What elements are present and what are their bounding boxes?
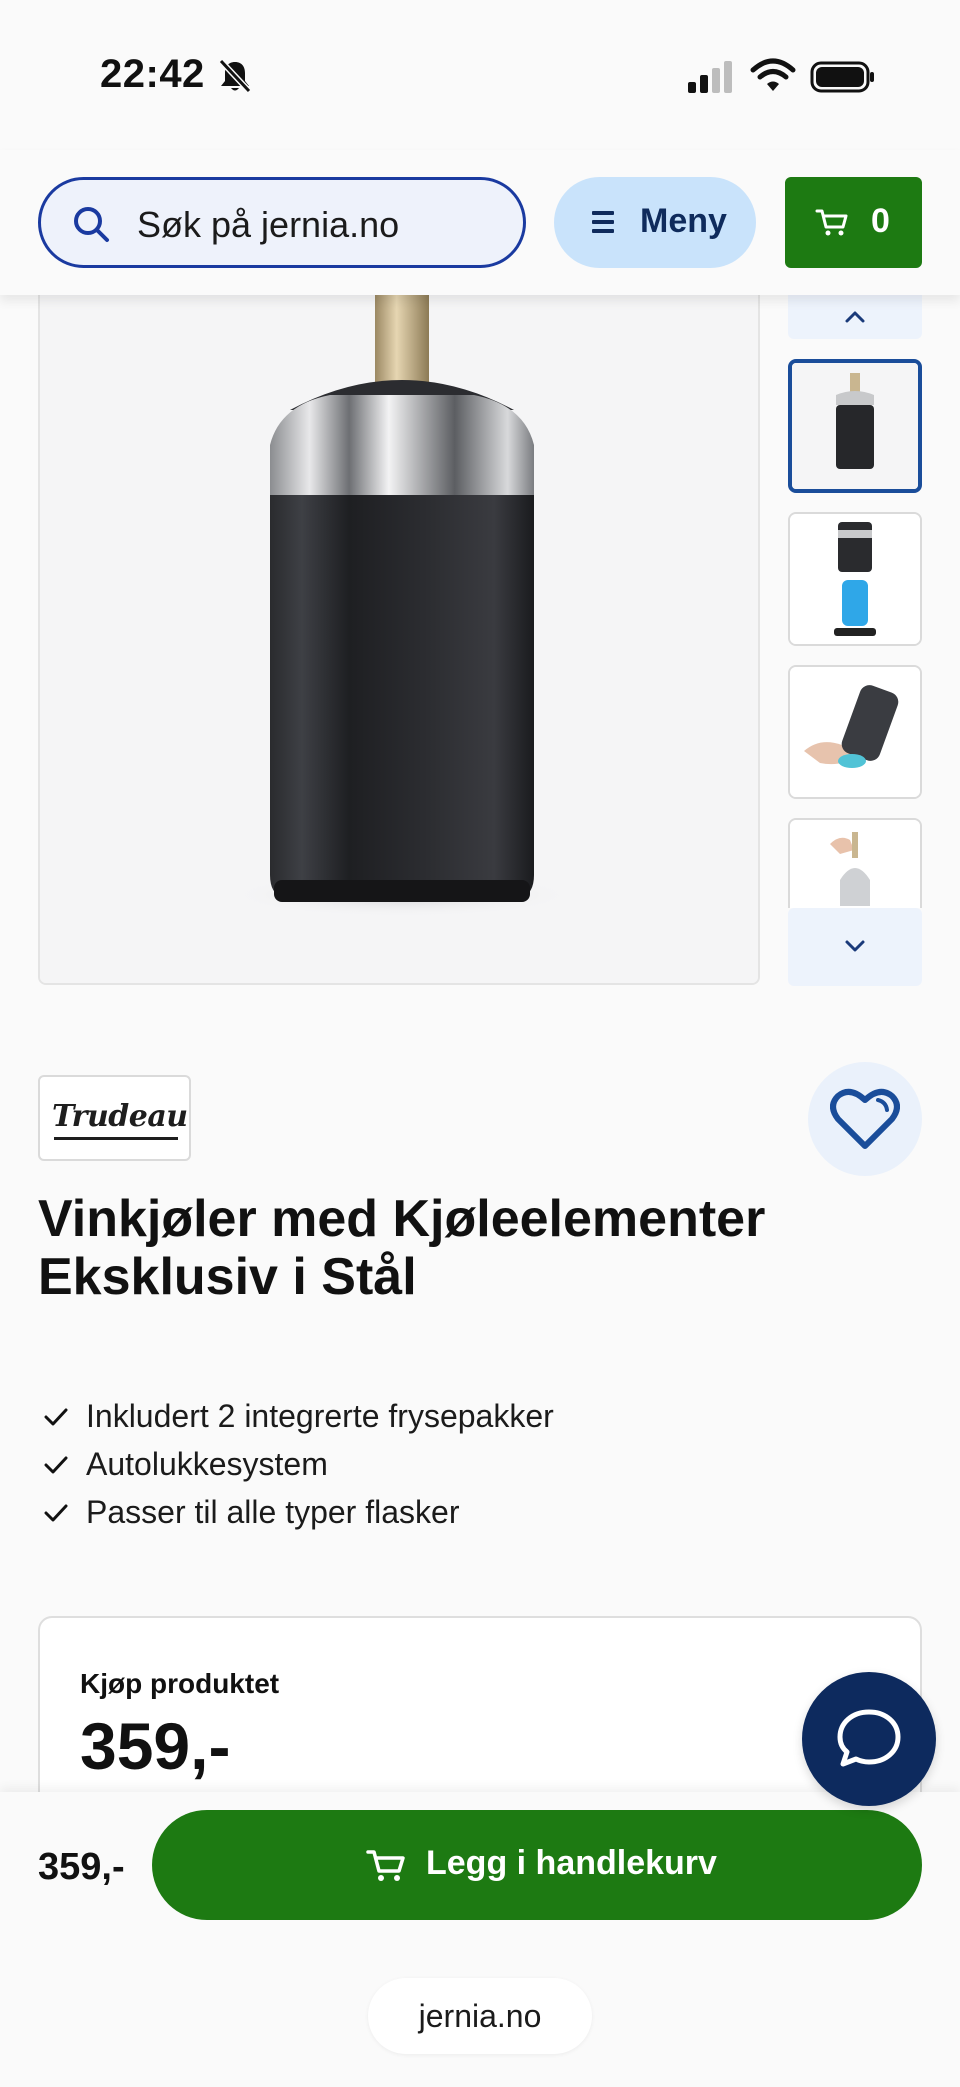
check-icon xyxy=(44,1408,68,1426)
heart-icon xyxy=(830,1088,900,1149)
browser-url-bar[interactable]: jernia.no xyxy=(368,1978,592,2054)
site-header: Søk på jernia.no Meny 0 xyxy=(0,150,960,295)
chat-bubble-icon xyxy=(837,1709,901,1767)
feature-text: Passer til alle typer flasker xyxy=(86,1494,460,1530)
status-bar: 22:42 xyxy=(0,0,960,150)
feature-item: Autolukkesystem xyxy=(38,1440,918,1488)
menu-label: Meny xyxy=(640,202,727,240)
search-icon xyxy=(74,207,109,242)
status-time: 22:42 xyxy=(100,52,205,96)
cart-button[interactable]: 0 xyxy=(785,177,922,268)
chevron-down-icon xyxy=(845,940,865,952)
feature-text: Autolukkesystem xyxy=(86,1446,328,1482)
thumbnail-image xyxy=(792,363,918,489)
thumbnail-1[interactable] xyxy=(788,359,922,493)
feature-item: Inkludert 2 integrerte frysepakker xyxy=(38,1392,918,1440)
feature-text: Inkludert 2 integrerte frysepakker xyxy=(86,1398,554,1434)
search-input[interactable]: Søk på jernia.no xyxy=(38,177,526,268)
brand-underline xyxy=(54,1137,178,1140)
cart-icon xyxy=(815,209,848,236)
wine-cooler-image xyxy=(40,295,758,983)
thumbnail-image xyxy=(790,667,920,797)
search-placeholder: Søk på jernia.no xyxy=(137,204,400,245)
check-icon xyxy=(44,1504,68,1522)
check-icon xyxy=(44,1456,68,1474)
favorite-button[interactable] xyxy=(808,1062,922,1176)
thumbnail-3[interactable] xyxy=(788,665,922,799)
product-main-image[interactable] xyxy=(38,295,760,985)
buy-box-label: Kjøp produktet xyxy=(80,1668,280,1699)
chat-button[interactable] xyxy=(802,1672,936,1806)
thumbnail-scroll-down-button[interactable] xyxy=(788,908,922,986)
feature-item: Passer til alle typer flasker xyxy=(38,1488,918,1536)
product-title: Vinkjøler med Kjøleelementer Eksklusiv i… xyxy=(38,1190,766,1306)
battery-icon xyxy=(810,61,874,93)
feature-list: Inkludert 2 integrerte frysepakker Autol… xyxy=(38,1392,918,1536)
chevron-up-icon xyxy=(845,311,865,323)
hamburger-icon xyxy=(592,211,614,233)
cart-icon xyxy=(366,1850,405,1881)
thumbnail-image xyxy=(790,514,920,644)
menu-button[interactable]: Meny xyxy=(554,177,756,268)
browser-url: jernia.no xyxy=(418,1998,542,2034)
thumbnail-4[interactable] xyxy=(788,818,922,908)
cart-count: 0 xyxy=(871,202,890,240)
bell-slash-icon xyxy=(218,58,252,94)
sticky-purchase-bar: 359,- Legg i handlekurv jernia.no xyxy=(0,1792,960,2087)
add-to-cart-button[interactable]: Legg i handlekurv xyxy=(152,1810,922,1920)
sticky-price: 359,- xyxy=(38,1846,125,1888)
brand-name: Trudeau xyxy=(52,1099,188,1134)
thumbnail-scroll-up-button[interactable] xyxy=(788,295,922,339)
brand-logo[interactable]: Trudeau xyxy=(38,1075,191,1161)
thumbnail-image xyxy=(790,820,920,906)
add-to-cart-label: Legg i handlekurv xyxy=(426,1844,717,1882)
signal-icon xyxy=(688,61,732,93)
buy-box-price: 359,- xyxy=(80,1709,231,1783)
wifi-icon xyxy=(750,58,796,91)
thumbnail-2[interactable] xyxy=(788,512,922,646)
